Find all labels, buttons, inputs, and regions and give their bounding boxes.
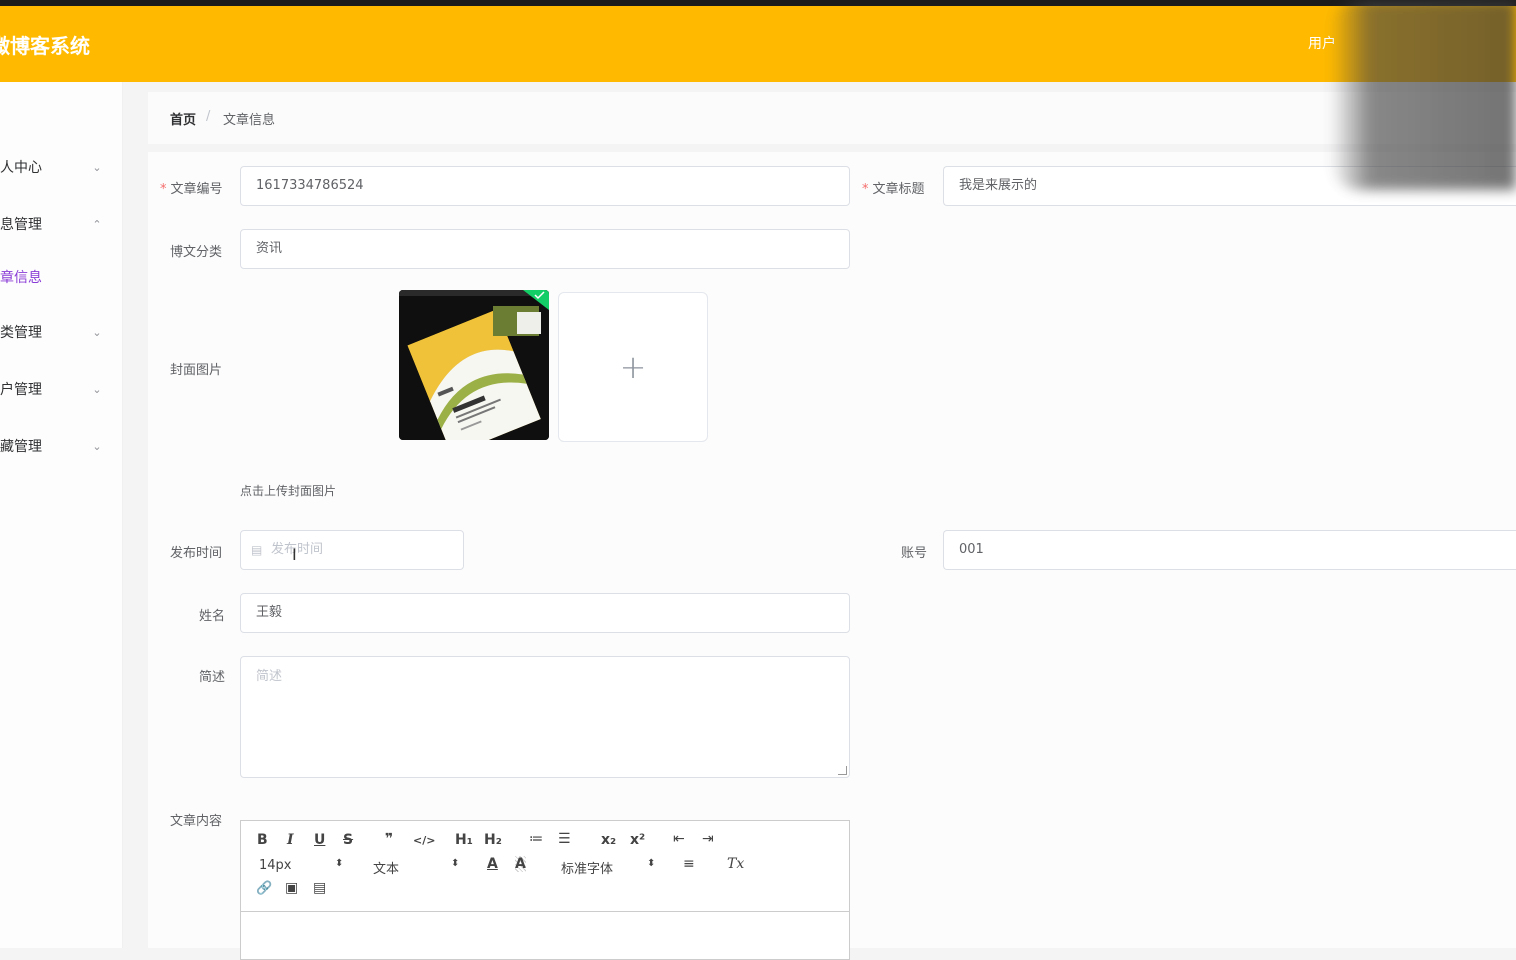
chevron-down-icon: ⌄	[92, 161, 102, 174]
publish-time-placeholder: 发布时间	[271, 542, 324, 557]
bullet-list-icon[interactable]: ☰	[558, 831, 571, 847]
italic-icon[interactable]: I	[287, 832, 294, 848]
sidebar: 个人中心 ⌄ 信息管理 ⌃ 文章信息 分类管理 ⌄ 用户管理 ⌄ 收藏管理 ⌄	[0, 82, 123, 948]
chevron-down-icon: ⌄	[92, 326, 102, 339]
chevron-down-icon: ⌄	[92, 383, 102, 396]
chevron-down-icon: ⌄	[92, 440, 102, 453]
content-label: 文章内容	[170, 814, 223, 829]
breadcrumb: 首页 / 文章信息	[148, 92, 1516, 144]
font-color-icon[interactable]: A	[487, 856, 498, 872]
top-header: 微博客系统 用户	[0, 6, 1516, 82]
summary-placeholder: 简述	[256, 669, 283, 684]
header-picker[interactable]: 文本 ⬍	[373, 858, 460, 877]
background-color-icon[interactable]: A	[515, 856, 526, 872]
chevron-up-icon: ⌃	[92, 218, 102, 231]
cover-upload-hint: 点击上传封面图片	[240, 484, 337, 498]
image-icon[interactable]: ▣	[285, 880, 298, 896]
subscript-icon[interactable]: x₂	[601, 832, 616, 848]
cover-image	[399, 290, 549, 440]
category-input[interactable]: 资讯	[240, 229, 850, 269]
app-title: 微博客系统	[0, 34, 90, 58]
breadcrumb-separator: /	[206, 109, 211, 124]
calendar-icon: ▤	[251, 543, 263, 557]
blockquote-icon[interactable]: ❞	[385, 831, 393, 847]
underline-icon[interactable]: U	[314, 832, 325, 848]
cover-label: 封面图片	[170, 363, 223, 378]
h2-icon[interactable]: H₂	[484, 832, 502, 848]
cover-upload-button[interactable]: +	[558, 292, 708, 442]
category-label: 博文分类	[170, 245, 223, 260]
align-icon[interactable]: ≡	[683, 856, 695, 872]
editor-toolbar: B I U S ❞ </> H₁ H₂ ≔ ☰ x₂ x² ⇤ ⇥ 14px ⬍…	[241, 821, 849, 912]
sidebar-item-article-info[interactable]: 文章信息	[0, 264, 116, 292]
sidebar-item-label: 分类管理	[0, 325, 42, 341]
font-family-picker[interactable]: 标准字体 ⬍	[561, 858, 657, 877]
picker-arrow-icon: ⬍	[451, 858, 460, 869]
video-icon[interactable]: ▤	[313, 880, 326, 896]
sidebar-item-label: 个人中心	[0, 160, 42, 176]
article-no-input[interactable]: 1617334786524	[240, 166, 850, 206]
resize-handle-icon[interactable]	[838, 766, 847, 775]
h1-icon[interactable]: H₁	[455, 832, 473, 848]
superscript-icon[interactable]: x²	[630, 832, 645, 848]
breadcrumb-current: 文章信息	[223, 113, 276, 128]
article-no-label: * 文章编号	[160, 182, 223, 197]
bold-icon[interactable]: B	[257, 832, 268, 848]
account-label: 账号	[901, 546, 928, 561]
plus-icon: +	[619, 348, 647, 386]
font-size-value: 14px	[259, 858, 292, 873]
indent-increase-icon[interactable]: ⇥	[702, 831, 714, 847]
sidebar-item-label: 文章信息	[0, 270, 42, 286]
picker-arrow-icon: ⬍	[647, 858, 656, 869]
link-icon[interactable]: 🔗	[256, 881, 272, 896]
ordered-list-icon[interactable]: ≔	[529, 831, 543, 847]
picker-arrow-icon: ⬍	[335, 858, 344, 869]
indent-decrease-icon[interactable]: ⇤	[673, 831, 685, 847]
sidebar-item-user-management[interactable]: 用户管理 ⌄	[0, 376, 116, 404]
sidebar-item-info-management[interactable]: 信息管理 ⌃	[0, 211, 116, 239]
breadcrumb-home[interactable]: 首页	[170, 109, 196, 128]
sidebar-item-personal-center[interactable]: 个人中心 ⌄	[0, 154, 116, 182]
header-picker-value: 文本	[373, 862, 400, 877]
clean-format-icon[interactable]: Tx	[727, 856, 744, 872]
name-label: 姓名	[199, 609, 226, 624]
code-icon[interactable]: </>	[413, 834, 435, 847]
sidebar-item-label: 信息管理	[0, 217, 42, 233]
summary-label: 简述	[199, 670, 226, 685]
publish-time-label: 发布时间	[170, 546, 223, 561]
font-family-value: 标准字体	[561, 862, 614, 877]
text-cursor-icon: I	[292, 545, 297, 564]
cover-thumbnail[interactable]	[399, 290, 549, 440]
summary-textarea[interactable]: 简述	[240, 656, 850, 778]
sidebar-item-category-management[interactable]: 分类管理 ⌄	[0, 319, 116, 347]
publish-time-picker[interactable]: ▤ 发布时间	[240, 530, 464, 570]
rich-text-editor[interactable]: B I U S ❞ </> H₁ H₂ ≔ ☰ x₂ x² ⇤ ⇥ 14px ⬍…	[240, 820, 850, 960]
account-input[interactable]: 001	[943, 530, 1516, 570]
sidebar-item-label: 用户管理	[0, 382, 42, 398]
article-title-label: * 文章标题	[862, 182, 925, 197]
sidebar-item-label: 收藏管理	[0, 439, 42, 455]
sidebar-item-favorite-management[interactable]: 收藏管理 ⌄	[0, 433, 116, 461]
name-input[interactable]: 王毅	[240, 593, 850, 633]
font-size-picker[interactable]: 14px ⬍	[259, 858, 345, 876]
strike-icon[interactable]: S	[343, 832, 353, 848]
screen-glare-overlay	[1330, 0, 1516, 190]
